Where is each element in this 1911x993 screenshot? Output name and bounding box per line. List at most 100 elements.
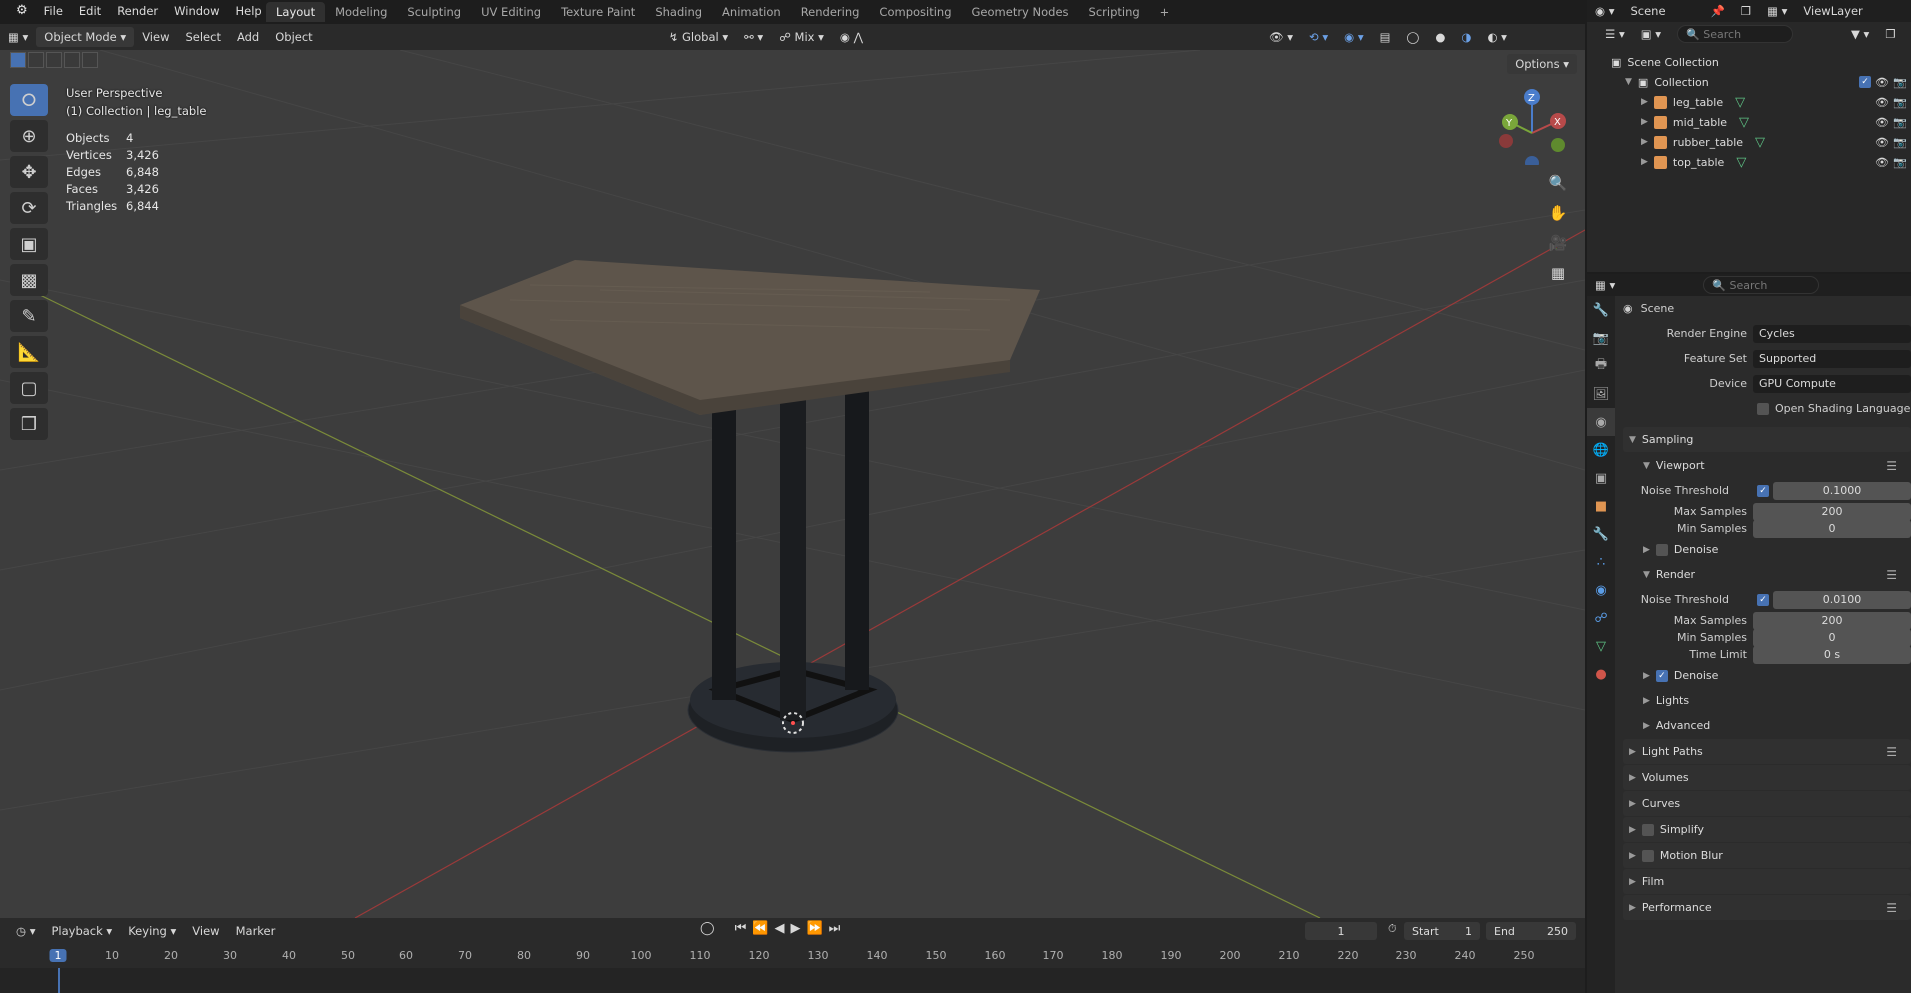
- menu-help[interactable]: Help: [227, 0, 269, 22]
- timeline-track-area[interactable]: [0, 968, 1585, 993]
- zoom-icon[interactable]: 🔍: [1545, 170, 1571, 196]
- xray-icon[interactable]: ▤: [1372, 27, 1399, 47]
- frame-ruler[interactable]: 1 10 20 30 40 50 60 70 80 90 100 110 120…: [0, 946, 1585, 968]
- viewport-subpanel-header[interactable]: ▼ Viewport ☰: [1623, 453, 1911, 478]
- preset-list-icon[interactable]: ☰: [1886, 459, 1897, 473]
- tab-rendering[interactable]: Rendering: [791, 2, 870, 22]
- camera-icon[interactable]: 📷: [1893, 136, 1907, 149]
- curves-panel[interactable]: ▶ Curves: [1623, 791, 1911, 816]
- particles-tab-icon[interactable]: ∴: [1587, 548, 1615, 576]
- collection-checkbox-icon[interactable]: ✓: [1859, 76, 1871, 88]
- menu-edit[interactable]: Edit: [71, 0, 109, 22]
- material-tab-icon[interactable]: ●: [1587, 660, 1615, 688]
- scene-selector[interactable]: Scene: [1622, 1, 1702, 21]
- advanced-subpanel[interactable]: ▶ Advanced: [1623, 713, 1911, 738]
- orientation-dropdown[interactable]: ↯ Global ▾: [661, 27, 736, 47]
- world-tab-icon[interactable]: 🌐: [1587, 436, 1615, 464]
- gizmo-toggle-icon[interactable]: ⟲ ▾: [1301, 27, 1336, 47]
- preset-list-icon[interactable]: ☰: [1886, 745, 1897, 759]
- shading-material-icon[interactable]: ◑: [1453, 27, 1479, 47]
- auto-key-icon[interactable]: ◯: [700, 921, 715, 936]
- eye-icon[interactable]: 👁: [1875, 76, 1889, 89]
- pin-icon[interactable]: 📌: [1702, 1, 1732, 21]
- scale-tool-icon[interactable]: ▣: [10, 228, 48, 260]
- time-limit-field[interactable]: 0 s: [1753, 645, 1911, 664]
- eye-icon[interactable]: 👁: [1875, 96, 1889, 109]
- view-layer-tab-icon[interactable]: 🖼: [1587, 380, 1615, 408]
- render-noise-field[interactable]: 0.0100: [1773, 590, 1911, 609]
- add-workspace-button[interactable]: +: [1150, 2, 1180, 22]
- scene-tab-icon[interactable]: ◉: [1587, 408, 1615, 436]
- output-tab-icon[interactable]: 🖶: [1587, 352, 1615, 380]
- select-subtract-icon[interactable]: [46, 52, 62, 68]
- display-mode-icon[interactable]: ▣ ▾: [1633, 24, 1669, 44]
- snap-dropdown[interactable]: ☍ Mix ▾: [771, 27, 832, 47]
- annotate-tool-icon[interactable]: ✎: [10, 300, 48, 332]
- new-collection-icon[interactable]: ❐: [1877, 24, 1903, 44]
- select-extend-icon[interactable]: [28, 52, 44, 68]
- tab-compositing[interactable]: Compositing: [869, 2, 961, 22]
- viewport-noise-field[interactable]: 0.1000: [1773, 481, 1911, 500]
- overlay-toggle-icon[interactable]: ◉ ▾: [1336, 27, 1371, 47]
- lights-subpanel[interactable]: ▶ Lights: [1623, 688, 1911, 713]
- tool-tab-icon[interactable]: 🔧: [1587, 296, 1615, 324]
- rotate-tool-icon[interactable]: ⟳: [10, 192, 48, 224]
- eye-icon[interactable]: 👁: [1875, 116, 1889, 129]
- tree-scene-collection[interactable]: ▣ Scene Collection: [1587, 52, 1911, 72]
- menu-keying[interactable]: Keying ▾: [120, 921, 184, 941]
- jump-end-icon[interactable]: ⏭: [829, 921, 841, 936]
- menu-timeline-view[interactable]: View: [184, 921, 227, 941]
- jump-keyframe-back-icon[interactable]: ⏪: [752, 921, 768, 936]
- feature-set-dropdown[interactable]: Supported: [1753, 349, 1911, 368]
- render-max-samples-field[interactable]: 200: [1753, 611, 1911, 630]
- motion-blur-panel[interactable]: ▶ Motion Blur: [1623, 843, 1911, 868]
- tree-object-mid-table[interactable]: ▶ mid_table ▽ 👁 📷: [1587, 112, 1911, 132]
- tree-object-leg-table[interactable]: ▶ leg_table ▽ 👁 📷: [1587, 92, 1911, 112]
- render-tab-icon[interactable]: 📷: [1587, 324, 1615, 352]
- select-intersect-icon[interactable]: [82, 52, 98, 68]
- tree-collection[interactable]: ▼ ▣ Collection ✓ 👁 📷: [1587, 72, 1911, 92]
- editor-type-button[interactable]: ▦ ▾: [0, 27, 36, 47]
- tab-shading[interactable]: Shading: [645, 2, 712, 22]
- chevron-right-icon[interactable]: ▶: [1641, 157, 1648, 167]
- object-tab-icon[interactable]: ■: [1587, 492, 1615, 520]
- filter-icon[interactable]: ▼ ▾: [1843, 24, 1877, 44]
- render-subpanel-header[interactable]: ▼ Render ☰: [1623, 562, 1911, 587]
- jump-keyframe-forward-icon[interactable]: ⏩: [806, 921, 822, 936]
- ortho-grid-icon[interactable]: ▦: [1545, 260, 1571, 286]
- add-cube-extra-tool-icon[interactable]: ❒: [10, 408, 48, 440]
- data-tab-icon[interactable]: ▽: [1587, 632, 1615, 660]
- menu-add[interactable]: Add: [229, 27, 267, 47]
- timeline-editor-type-icon[interactable]: ◷ ▾: [8, 921, 43, 941]
- menu-object[interactable]: Object: [267, 27, 320, 47]
- shading-solid-icon[interactable]: ●: [1427, 27, 1453, 47]
- play-reverse-icon[interactable]: ◀: [774, 921, 784, 936]
- viewport-denoise-subpanel[interactable]: ▶ Denoise: [1623, 537, 1911, 562]
- 3d-viewport[interactable]: Options ▾ ⭘ ⊕ ✥ ⟳ ▣ ▩ ✎ 📐 ▢ ❒ User Persp…: [0, 50, 1585, 918]
- simplify-checkbox[interactable]: [1641, 823, 1654, 836]
- blender-icon[interactable]: ⚙: [8, 0, 36, 22]
- viewport-max-samples-field[interactable]: 200: [1753, 502, 1911, 521]
- outliner-editor-icon[interactable]: ☰ ▾: [1597, 24, 1633, 44]
- tab-layout[interactable]: Layout: [266, 2, 326, 22]
- tab-modeling[interactable]: Modeling: [325, 2, 397, 22]
- menu-render[interactable]: Render: [109, 0, 166, 22]
- tab-animation[interactable]: Animation: [712, 2, 791, 22]
- view-layer-selector[interactable]: ViewLayer: [1795, 1, 1870, 21]
- render-denoise-checkbox[interactable]: ✓: [1655, 669, 1668, 682]
- transform-tool-icon[interactable]: ▩: [10, 264, 48, 296]
- menu-marker[interactable]: Marker: [228, 921, 284, 941]
- menu-view[interactable]: View: [134, 27, 177, 47]
- render-denoise-subpanel[interactable]: ▶ ✓ Denoise: [1623, 663, 1911, 688]
- view-layer-icon[interactable]: ▦ ▾: [1759, 1, 1795, 21]
- render-engine-dropdown[interactable]: Cycles: [1753, 324, 1911, 343]
- simplify-panel[interactable]: ▶ Simplify: [1623, 817, 1911, 842]
- osl-checkbox[interactable]: [1757, 402, 1769, 415]
- navigation-gizmo[interactable]: Z X Y: [1490, 85, 1570, 165]
- menu-select[interactable]: Select: [177, 27, 228, 47]
- modifier-tab-icon[interactable]: 🔧: [1587, 520, 1615, 548]
- start-frame-field[interactable]: Start 1: [1404, 922, 1480, 940]
- menu-playback[interactable]: Playback ▾: [43, 921, 120, 941]
- proportional-edit-icon[interactable]: ◉ ⋀: [832, 27, 871, 47]
- cursor-tool-icon[interactable]: ⊕: [10, 120, 48, 152]
